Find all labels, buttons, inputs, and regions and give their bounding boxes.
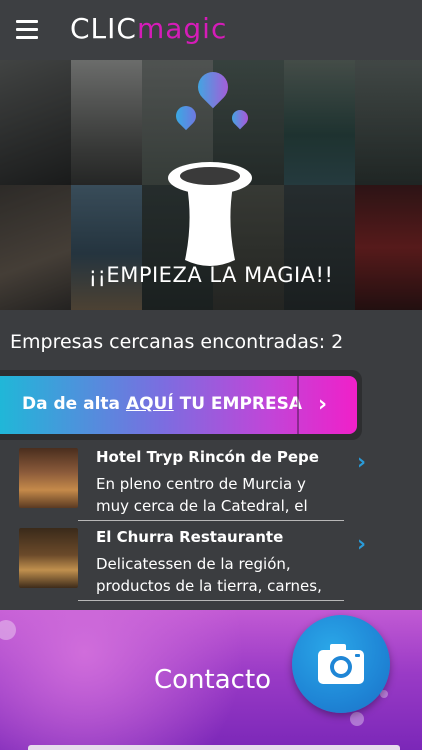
brand-part-1: CLIC [70,12,137,45]
business-description-line: En pleno centro de Murcia y [96,475,306,493]
list-item[interactable]: Hotel Tryp Rincón de Pepe En pleno centr… [0,440,422,521]
hero-banner[interactable]: ¡¡EMPIEZA LA MAGIA!! [0,60,422,310]
chevron-right-icon[interactable]: › [357,450,366,475]
business-thumbnail [19,528,78,588]
hero-title: ¡¡EMPIEZA LA MAGIA!! [88,263,334,287]
register-business-label: Da de alta AQUÍ TU EMPRESA [22,394,302,414]
top-bar: CLICmagic [0,0,422,60]
cta-text-part-1: Da de alta [22,394,126,414]
business-description: Delicatessen de la región, productos de … [96,553,346,597]
cta-text-part-2: AQUÍ [125,394,174,414]
bottom-strip [28,745,400,750]
contact-label[interactable]: Contacto [154,665,271,695]
business-description-line: muy cerca de la Catedral, el [96,497,308,515]
camera-button[interactable] [292,615,390,713]
business-name: Hotel Tryp Rincón de Pepe [96,448,319,466]
business-description-line: productos de la tierra, carnes, [96,577,322,595]
business-name: El Churra Restaurante [96,528,284,546]
register-business-button[interactable]: Da de alta AQUÍ TU EMPRESA › [0,370,362,440]
cta-text-part-3: TU EMPRESA [173,394,303,414]
decor-bubble [350,712,364,726]
chevron-right-icon[interactable]: › [357,532,366,557]
brand-logo: CLICmagic [70,12,227,45]
business-thumbnail [19,448,78,508]
camera-icon [318,644,364,684]
cta-divider [297,376,299,434]
chevron-right-icon[interactable]: › [318,392,327,417]
register-business-button-body[interactable]: Da de alta AQUÍ TU EMPRESA › [0,376,357,434]
business-description: En pleno centro de Murcia y muy cerca de… [96,473,346,517]
list-divider [78,600,344,601]
hamburger-icon[interactable] [16,20,38,40]
list-item[interactable]: El Churra Restaurante Delicatessen de la… [0,520,422,601]
brand-part-2: magic [136,12,228,45]
business-description-line: Delicatessen de la región, [96,555,291,573]
nearby-count-text: Empresas cercanas encontradas: 2 [10,331,344,353]
